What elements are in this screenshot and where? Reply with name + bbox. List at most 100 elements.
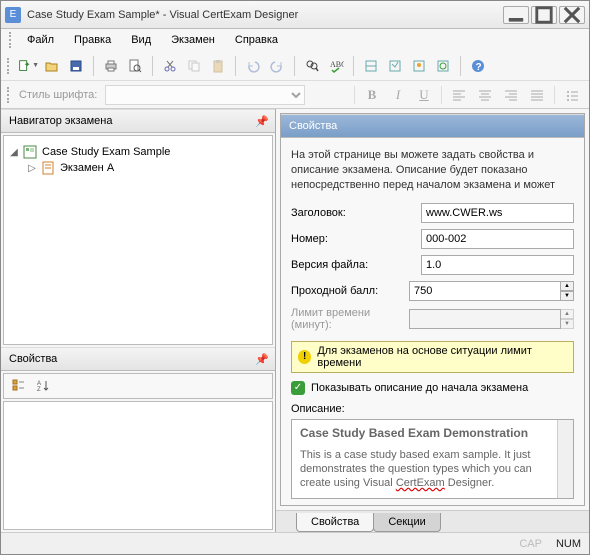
menu-grip[interactable] <box>9 32 13 48</box>
pass-spinner[interactable]: ▲▼ <box>560 281 574 301</box>
window-title: Case Study Exam Sample* - Visual CertExa… <box>27 9 501 21</box>
right-panel-title: Свойства <box>289 120 337 132</box>
save-button[interactable] <box>65 55 87 77</box>
tree-root[interactable]: ◢ Case Study Exam Sample <box>8 144 268 160</box>
close-button[interactable] <box>559 6 585 24</box>
underline-button[interactable]: U <box>413 84 435 106</box>
document-icon <box>23 145 39 159</box>
props-toolbar: AZ <box>3 373 273 399</box>
menu-edit[interactable]: Правка <box>64 32 121 48</box>
chevron-down-icon[interactable]: ▼ <box>560 291 574 301</box>
bullets-button[interactable] <box>561 84 583 106</box>
tree-root-label[interactable]: Case Study Exam Sample <box>42 146 170 158</box>
info-notice: ! Для экзаменов на основе ситуации лимит… <box>291 341 574 373</box>
toolbar: ▼ ABC ? <box>1 51 589 81</box>
menu-file[interactable]: Файл <box>17 32 64 48</box>
align-center-button[interactable] <box>474 84 496 106</box>
categorized-button[interactable] <box>8 375 30 397</box>
tool4-button[interactable] <box>432 55 454 77</box>
chevron-up-icon[interactable]: ▲ <box>560 281 574 291</box>
chevron-down-icon: ▼ <box>32 62 39 69</box>
pin-icon[interactable]: 📌 <box>255 353 269 366</box>
number-label: Номер: <box>291 233 421 245</box>
redo-button[interactable] <box>266 55 288 77</box>
titlebar: E Case Study Exam Sample* - Visual CertE… <box>1 1 589 29</box>
status-num: NUM <box>556 538 581 550</box>
open-button[interactable] <box>41 55 63 77</box>
menu-help[interactable]: Справка <box>225 32 288 48</box>
version-input[interactable] <box>421 255 574 275</box>
style-grip[interactable] <box>7 87 11 103</box>
undo-button[interactable] <box>242 55 264 77</box>
limit-input <box>409 309 561 329</box>
cut-button[interactable] <box>159 55 181 77</box>
svg-text:ABC: ABC <box>330 60 344 69</box>
pass-input[interactable] <box>409 281 561 301</box>
find-button[interactable] <box>301 55 323 77</box>
statusbar: CAP NUM <box>1 532 589 554</box>
menu-exam[interactable]: Экзамен <box>161 32 225 48</box>
navigator-header: Навигатор экзамена 📌 <box>1 109 275 133</box>
expand-icon[interactable]: ▷ <box>26 163 38 174</box>
scrollbar[interactable] <box>557 420 573 498</box>
props-grid[interactable] <box>3 401 273 530</box>
desc-label: Описание: <box>291 403 574 415</box>
number-input[interactable] <box>421 229 574 249</box>
font-style-combo[interactable] <box>105 85 305 105</box>
spellcheck-button[interactable]: ABC <box>325 55 347 77</box>
exam-tree[interactable]: ◢ Case Study Exam Sample ▷ Экзамен A <box>3 135 273 345</box>
pass-label: Проходной балл: <box>291 285 409 297</box>
left-pane: Навигатор экзамена 📌 ◢ Case Study Exam S… <box>1 109 276 532</box>
toolbar-grip[interactable] <box>7 58 11 74</box>
collapse-icon[interactable]: ◢ <box>8 147 20 158</box>
exam-icon <box>41 161 57 175</box>
menubar: Файл Правка Вид Экзамен Справка <box>1 29 589 51</box>
limit-label: Лимит времени (минут): <box>291 307 409 331</box>
maximize-button[interactable] <box>531 6 557 24</box>
copy-button[interactable] <box>183 55 205 77</box>
font-style-label: Стиль шрифта: <box>19 89 97 101</box>
tab-properties[interactable]: Свойства <box>296 513 374 532</box>
desc-heading: Case Study Based Exam Demonstration <box>300 426 549 440</box>
checkbox-label: Показывать описание до начала экзамена <box>311 382 528 394</box>
intro-text: На этой странице вы можете задать свойст… <box>291 148 574 193</box>
status-cap: CAP <box>519 538 542 550</box>
align-justify-button[interactable] <box>526 84 548 106</box>
pin-icon[interactable]: 📌 <box>255 115 269 128</box>
print-button[interactable] <box>100 55 122 77</box>
left-props-title: Свойства <box>9 353 57 365</box>
chevron-down-icon: ▼ <box>560 319 574 329</box>
version-label: Версия файла: <box>291 259 421 271</box>
italic-button[interactable]: I <box>387 84 409 106</box>
align-left-button[interactable] <box>448 84 470 106</box>
bottom-tabs: Свойства Секции <box>276 510 589 532</box>
tool2-button[interactable] <box>384 55 406 77</box>
title-input[interactable] <box>421 203 574 223</box>
right-pane: Свойства На этой странице вы можете зада… <box>276 109 589 532</box>
chevron-up-icon: ▲ <box>560 309 574 319</box>
print-preview-button[interactable] <box>124 55 146 77</box>
paste-button[interactable] <box>207 55 229 77</box>
new-button[interactable]: ▼ <box>17 55 39 77</box>
app-window: E Case Study Exam Sample* - Visual CertE… <box>0 0 590 555</box>
limit-spinner: ▲▼ <box>560 309 574 329</box>
help-button[interactable]: ? <box>467 55 489 77</box>
info-text: Для экзаменов на основе ситуации лимит в… <box>317 345 567 369</box>
description-editor[interactable]: Case Study Based Exam Demonstration This… <box>292 420 557 498</box>
bold-button[interactable]: B <box>361 84 383 106</box>
alphabetical-button[interactable]: AZ <box>32 375 54 397</box>
svg-text:?: ? <box>476 62 482 73</box>
left-props-header: Свойства 📌 <box>1 347 275 371</box>
title-label: Заголовок: <box>291 207 421 219</box>
tool3-button[interactable] <box>408 55 430 77</box>
show-desc-checkbox-row[interactable]: ✓ Показывать описание до начала экзамена <box>291 381 574 395</box>
desc-body: This is a case study based exam sample. … <box>300 448 549 491</box>
tree-child[interactable]: ▷ Экзамен A <box>8 160 268 176</box>
checkbox-checked-icon[interactable]: ✓ <box>291 381 305 395</box>
align-right-button[interactable] <box>500 84 522 106</box>
menu-view[interactable]: Вид <box>121 32 161 48</box>
tab-sections[interactable]: Секции <box>373 513 440 532</box>
minimize-button[interactable] <box>503 6 529 24</box>
tool1-button[interactable] <box>360 55 382 77</box>
tree-child-label[interactable]: Экзамен A <box>60 162 114 174</box>
